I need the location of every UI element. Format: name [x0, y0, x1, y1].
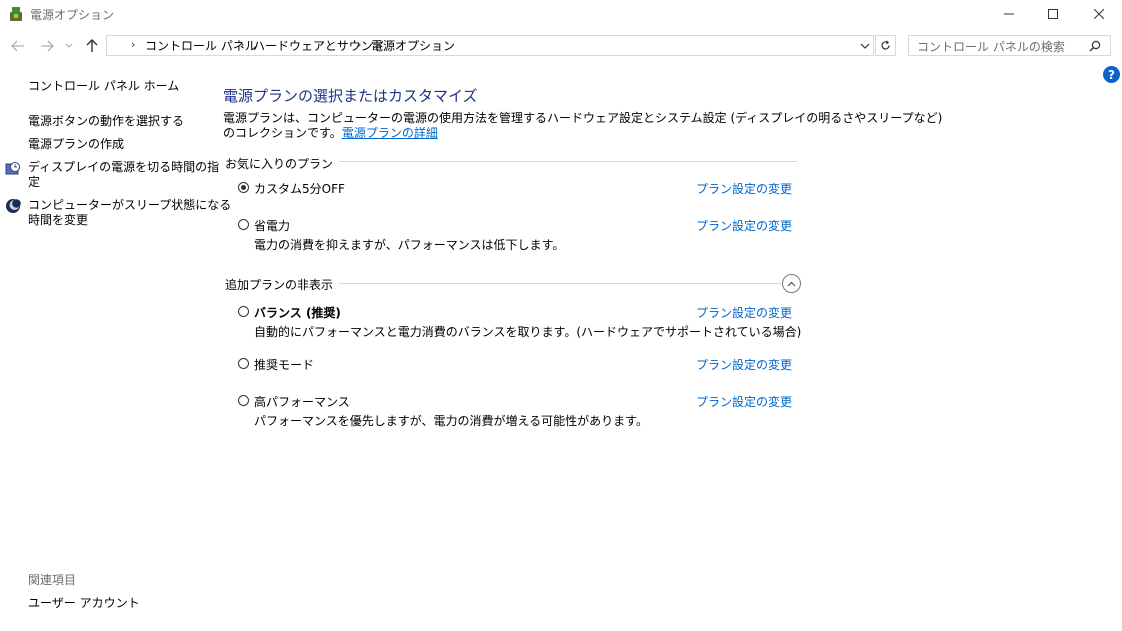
plan-desc-power-saver: 電力の消費を抑えますが、パフォーマンスは低下します。 [254, 238, 565, 252]
power-options-icon [10, 7, 22, 21]
description-text: のコレクションです。 [223, 126, 342, 140]
power-plan-details-link[interactable]: 電源プランの詳細 [342, 126, 438, 140]
help-icon[interactable]: ? [1103, 66, 1120, 83]
plan-name-high-performance[interactable]: 高パフォーマンス [254, 393, 350, 410]
chevron-up-icon [787, 281, 796, 286]
plan-radio-recommended[interactable] [238, 358, 249, 369]
display-off-time-link[interactable]: ディスプレイの電源を切る時間の指 定 [28, 160, 219, 190]
sleep-moon-icon [6, 199, 21, 213]
collapse-button[interactable] [782, 274, 801, 293]
maximize-button[interactable] [1030, 0, 1076, 28]
change-plan-settings-link[interactable]: プラン設定の変更 [696, 393, 792, 410]
up-button[interactable] [82, 36, 102, 56]
change-plan-settings-link[interactable]: プラン設定の変更 [696, 217, 792, 234]
maximize-icon [1048, 9, 1058, 19]
refresh-button[interactable] [875, 35, 896, 56]
search-icon[interactable] [1089, 40, 1101, 52]
user-accounts-link[interactable]: ユーザー アカウント [28, 596, 140, 611]
address-dropdown-button[interactable] [858, 39, 872, 53]
minimize-icon [1004, 13, 1014, 15]
close-icon [1094, 9, 1104, 19]
search-box[interactable]: コントロール パネルの検索 [908, 35, 1111, 56]
plan-radio-power-saver[interactable] [238, 219, 249, 230]
plan-name-balanced[interactable]: バランス (推奨) [254, 304, 341, 321]
back-button[interactable] [8, 36, 28, 56]
favorites-heading: お気に入りのプラン [225, 155, 340, 172]
forward-arrow-icon [41, 40, 54, 52]
breadcrumb-hardware-sound[interactable]: ハードウェアとサウンド [253, 37, 385, 54]
page-title: 電源プランの選択またはカスタマイズ [223, 87, 478, 105]
window-title: 電源オプション [30, 8, 115, 22]
close-button[interactable] [1076, 0, 1122, 28]
related-heading: 関連項目 [28, 573, 77, 587]
back-arrow-icon [11, 40, 24, 52]
minimize-button[interactable] [986, 0, 1032, 28]
page-description: 電源プランは、コンピューターの電源の使用方法を管理するハードウェア設定とシステム… [223, 111, 942, 141]
choose-power-button-link[interactable]: 電源ボタンの動作を選択する [28, 114, 184, 129]
plan-radio-balanced[interactable] [238, 306, 249, 317]
recent-locations-button[interactable] [62, 36, 76, 56]
breadcrumb-separator: › [240, 38, 245, 51]
hidden-plans-heading: 追加プランの非表示 [225, 276, 340, 293]
plan-desc-high-performance: パフォーマンスを優先しますが、電力の消費が増える可能性があります。 [254, 414, 648, 428]
plan-name-power-saver[interactable]: 省電力 [254, 217, 290, 234]
sleep-time-link[interactable]: コンピューターがスリープ状態になる 時間を変更 [28, 198, 231, 228]
plan-name-recommended[interactable]: 推奨モード [254, 356, 314, 373]
change-plan-settings-link[interactable]: プラン設定の変更 [696, 356, 792, 373]
plan-radio-custom[interactable] [238, 182, 249, 193]
chevron-down-icon [860, 43, 870, 49]
change-plan-settings-link[interactable]: プラン設定の変更 [696, 304, 792, 321]
title-bar: 電源オプション [0, 0, 1122, 30]
plan-radio-high-performance[interactable] [238, 395, 249, 406]
breadcrumb-separator: › [357, 38, 362, 51]
change-plan-settings-link[interactable]: プラン設定の変更 [696, 180, 792, 197]
refresh-icon [881, 40, 890, 50]
plan-name-custom[interactable]: カスタム5分OFF [254, 180, 345, 197]
control-panel-home-link[interactable]: コントロール パネル ホーム [28, 79, 179, 94]
create-power-plan-link[interactable]: 電源プランの作成 [28, 137, 124, 152]
up-arrow-icon [86, 39, 98, 52]
plan-desc-balanced: 自動的にパフォーマンスと電力消費のバランスを取ります。(ハードウェアでサポートさ… [254, 325, 802, 339]
breadcrumb-separator: › [131, 38, 136, 51]
description-text: 電源プランは、コンピューターの電源の使用方法を管理するハードウェア設定とシステム… [223, 111, 943, 125]
breadcrumb-power-options[interactable]: 電源オプション [371, 37, 455, 54]
display-clock-icon [5, 162, 20, 175]
forward-button[interactable] [37, 36, 57, 56]
search-placeholder: コントロール パネルの検索 [917, 40, 1065, 54]
chevron-down-icon [65, 43, 73, 48]
